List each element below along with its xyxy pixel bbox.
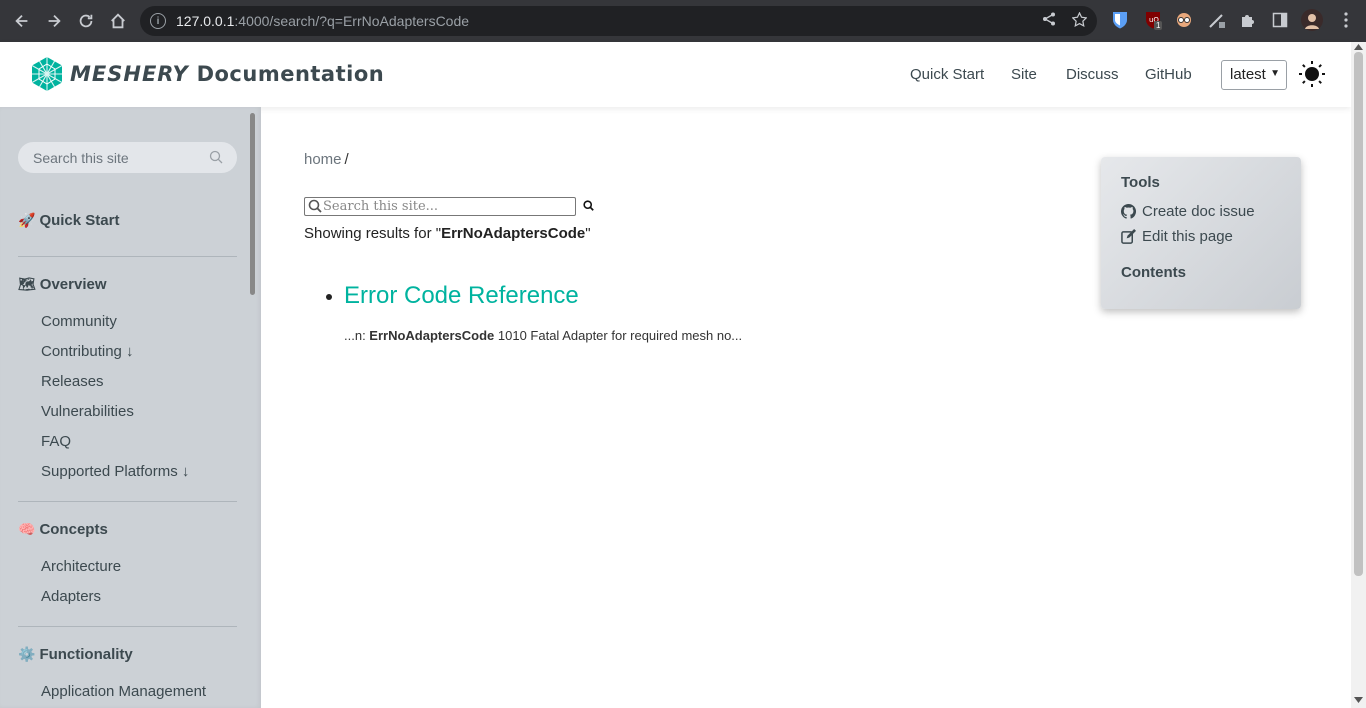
theme-toggle-sun-icon[interactable] bbox=[1298, 60, 1326, 88]
sidebar-scrollbar[interactable] bbox=[250, 113, 255, 295]
url-host: 127.0.0.1 bbox=[176, 13, 235, 29]
forward-icon[interactable] bbox=[38, 5, 70, 37]
profile-avatar[interactable] bbox=[1301, 9, 1323, 31]
extension-glasses-icon[interactable] bbox=[1174, 10, 1194, 30]
ublock-icon[interactable]: uO 1 bbox=[1143, 10, 1163, 30]
extension-pen-icon[interactable] bbox=[1207, 10, 1227, 30]
ublock-badge: 1 bbox=[1154, 21, 1163, 30]
chevron-down-icon: ▼ bbox=[1270, 68, 1280, 79]
breadcrumb-separator: / bbox=[344, 151, 349, 168]
sidebar-section-overview[interactable]: 🗺 Overview bbox=[18, 276, 107, 293]
version-value: latest bbox=[1230, 66, 1266, 83]
nav-site[interactable]: Site bbox=[1011, 66, 1037, 83]
site-brand[interactable]: MESHERY Documentation bbox=[70, 62, 384, 86]
snippet-rest: 1010 Fatal Adapter for required mesh no.… bbox=[494, 328, 743, 343]
result-title-link[interactable]: Error Code Reference bbox=[344, 282, 579, 310]
contents-heading: Contents bbox=[1121, 264, 1186, 281]
back-icon[interactable] bbox=[6, 5, 38, 37]
sidebar-search-placeholder: Search this site bbox=[33, 149, 129, 166]
sidebar-item-releases[interactable]: Releases bbox=[41, 373, 104, 390]
sidebar-item-faq[interactable]: FAQ bbox=[41, 433, 71, 450]
tools-heading: Tools bbox=[1121, 174, 1160, 191]
results-query: ErrNoAdaptersCode bbox=[441, 225, 586, 242]
browser-menu-icon[interactable] bbox=[1336, 10, 1356, 30]
search-icon bbox=[308, 199, 322, 213]
address-bar[interactable]: i 127.0.0.1:4000/search/?q=ErrNoAdapters… bbox=[140, 6, 1097, 36]
create-doc-issue-link[interactable]: Create doc issue bbox=[1121, 203, 1255, 220]
sidebar-item-community[interactable]: Community bbox=[41, 313, 117, 330]
sidebar-divider bbox=[18, 501, 237, 502]
results-summary-suffix: " bbox=[585, 225, 591, 242]
sidebar-section-label: Quick Start bbox=[39, 212, 120, 229]
edit-page-link[interactable]: Edit this page bbox=[1121, 228, 1233, 245]
sidebar-section-concepts[interactable]: 🧠 Concepts bbox=[18, 521, 108, 538]
list-bullet bbox=[326, 294, 332, 300]
breadcrumb-home-link[interactable]: home bbox=[304, 151, 342, 168]
meshery-logo-icon[interactable] bbox=[29, 56, 65, 92]
url-path: :4000/search/?q=ErrNoAdaptersCode bbox=[234, 13, 470, 29]
sidebar-item-supported-platforms[interactable]: Supported Platforms ↓ bbox=[41, 463, 189, 480]
sidebar-search-input[interactable]: Search this site bbox=[18, 142, 237, 173]
search-icon bbox=[209, 150, 223, 164]
main-search-placeholder: Search this site... bbox=[323, 199, 439, 214]
extensions-puzzle-icon[interactable] bbox=[1238, 10, 1258, 30]
toc-panel: Tools Create doc issue Edit this page Co… bbox=[1101, 157, 1301, 309]
browser-toolbar: i 127.0.0.1:4000/search/?q=ErrNoAdapters… bbox=[0, 0, 1366, 42]
nav-discuss[interactable]: Discuss bbox=[1066, 66, 1119, 83]
main-search-input[interactable]: Search this site... bbox=[304, 197, 576, 216]
sidebar-item-vulnerabilities[interactable]: Vulnerabilities bbox=[41, 403, 134, 420]
edit-icon bbox=[1121, 229, 1136, 244]
brain-icon: 🧠 bbox=[18, 521, 36, 537]
version-select[interactable]: latest ▼ bbox=[1221, 60, 1287, 90]
sidebar: Search this site 🚀 Quick Start 🗺 Overview … bbox=[0, 107, 261, 708]
bookmark-star-icon[interactable] bbox=[1071, 11, 1088, 31]
scroll-up-arrow-icon[interactable] bbox=[1354, 44, 1363, 50]
sidebar-section-label: Functionality bbox=[39, 646, 133, 663]
home-icon[interactable] bbox=[102, 5, 134, 37]
site-header: MESHERY Documentation Quick Start Site D… bbox=[0, 42, 1351, 107]
sidebar-divider bbox=[18, 626, 237, 627]
rocket-icon: 🚀 bbox=[18, 212, 36, 228]
nav-github[interactable]: GitHub bbox=[1145, 66, 1192, 83]
results-summary-prefix: Showing results for " bbox=[304, 225, 442, 242]
results-summary: Showing results for "ErrNoAdaptersCode" bbox=[304, 225, 591, 242]
edit-page-label: Edit this page bbox=[1142, 228, 1233, 245]
sidebar-section-label: Overview bbox=[39, 276, 107, 293]
sidebar-divider bbox=[18, 256, 237, 257]
map-icon: 🗺 bbox=[18, 276, 36, 292]
sidebar-section-label: Concepts bbox=[39, 521, 108, 538]
scroll-down-arrow-icon[interactable] bbox=[1354, 697, 1363, 703]
result-snippet: ...n: ErrNoAdaptersCode 1010 Fatal Adapt… bbox=[344, 328, 742, 343]
sidebar-item-architecture[interactable]: Architecture bbox=[41, 558, 121, 575]
breadcrumb: home / bbox=[304, 151, 349, 168]
brand-meshery: MESHERY bbox=[70, 62, 189, 86]
create-doc-issue-label: Create doc issue bbox=[1142, 203, 1255, 220]
sidebar-section-quick-start[interactable]: 🚀 Quick Start bbox=[18, 212, 119, 229]
sidebar-item-application-management[interactable]: Application Management bbox=[41, 683, 206, 700]
search-submit-icon[interactable] bbox=[583, 200, 594, 211]
page-scrollbar-thumb[interactable] bbox=[1354, 52, 1363, 576]
share-icon[interactable] bbox=[1042, 12, 1056, 31]
brand-documentation: Documentation bbox=[196, 62, 385, 86]
snippet-prefix: ...n: bbox=[344, 328, 370, 343]
sidebar-section-functionality[interactable]: ⚙️ Functionality bbox=[18, 646, 133, 663]
side-panel-icon[interactable] bbox=[1270, 10, 1290, 30]
gear-icon: ⚙️ bbox=[18, 646, 36, 662]
snippet-match: ErrNoAdaptersCode bbox=[369, 328, 495, 343]
site-info-icon[interactable]: i bbox=[150, 13, 166, 29]
nav-quick-start[interactable]: Quick Start bbox=[910, 66, 984, 83]
github-icon bbox=[1121, 204, 1136, 219]
bitwarden-icon[interactable] bbox=[1110, 10, 1130, 30]
reload-icon[interactable] bbox=[70, 5, 102, 37]
sidebar-item-contributing[interactable]: Contributing ↓ bbox=[41, 343, 134, 360]
sidebar-item-adapters[interactable]: Adapters bbox=[41, 588, 101, 605]
